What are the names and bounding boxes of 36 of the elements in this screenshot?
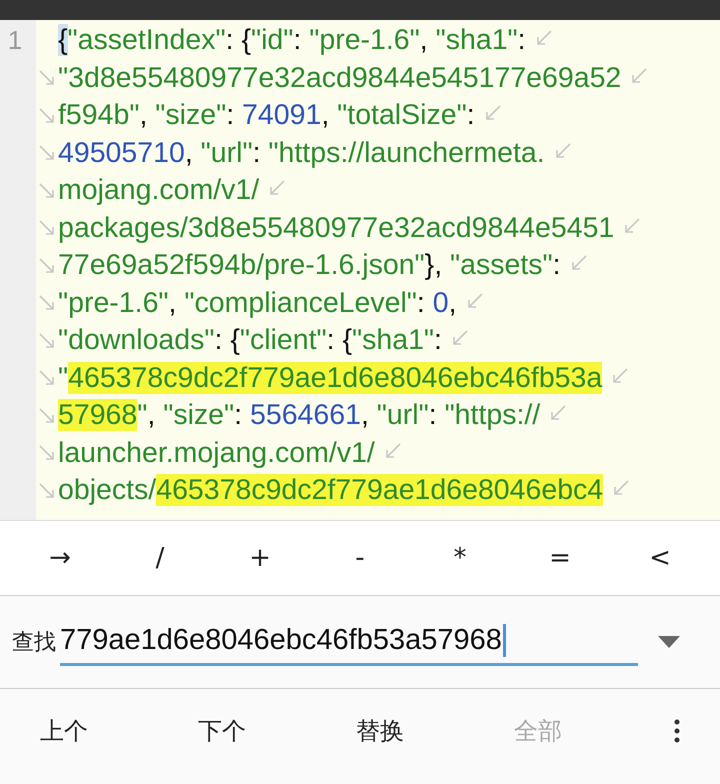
code-line: {"assetIndex": {"id": "pre-1.6", "sha1": (58, 24, 526, 58)
code-line: launcher.mojang.com/v1/ (58, 436, 375, 470)
wrap-icon (37, 180, 57, 201)
symbol-key[interactable]: < (620, 528, 700, 588)
line-number: 1 (6, 25, 24, 56)
wrap-icon (37, 256, 57, 276)
symbol-key[interactable]: / (120, 528, 200, 588)
wrap-icon (37, 480, 57, 501)
action-button[interactable]: 上个 (20, 701, 178, 761)
find-label: 查找 (12, 628, 56, 656)
code-line: f594b", "size": 74091, "totalSize": (58, 99, 475, 132)
symbol-key[interactable]: - (320, 528, 400, 588)
dropdown-caret-icon[interactable] (658, 636, 680, 648)
wrap-icon (37, 106, 57, 126)
code-line: "3d8e55480977e32acd9844e545177e69a52 (58, 62, 622, 95)
code-line: 57968", "size": 5564661, "url": "https:// (58, 399, 540, 432)
code-line: 49505710, "url": "https://launchermeta. (58, 136, 545, 170)
symbol-key[interactable]: = (520, 528, 600, 588)
code-line: 77e69a52f594b/pre-1.6.json"}, "assets": (58, 249, 561, 282)
wrap-icon (629, 66, 650, 86)
code-line: objects/465378c9dc2f779ae1d6e8046ebc4 (58, 474, 604, 508)
action-button[interactable]: 下个 (178, 701, 336, 761)
wrap-icon (622, 216, 642, 236)
symbol-key[interactable]: → (20, 528, 100, 588)
wrap-icon (37, 330, 57, 351)
code-line: mojang.com/v1/ (58, 174, 260, 208)
code-line: packages/3d8e55480977e32acd9844e5451 (58, 212, 614, 245)
code-line: "downloads": {"client": {"sha1": (58, 324, 442, 358)
find-field[interactable]: 779ae1d6e8046ebc46fb53a57968 (60, 618, 638, 666)
symbol-key[interactable]: * (420, 528, 500, 588)
action-button[interactable]: 替换 (336, 701, 494, 761)
more-options-icon[interactable] (674, 719, 680, 743)
wrap-icon (610, 366, 630, 386)
code-line: "pre-1.6", "complianceLevel": 0, (58, 286, 457, 320)
wrap-icon (37, 406, 57, 426)
symbol-key[interactable]: + (220, 528, 300, 588)
